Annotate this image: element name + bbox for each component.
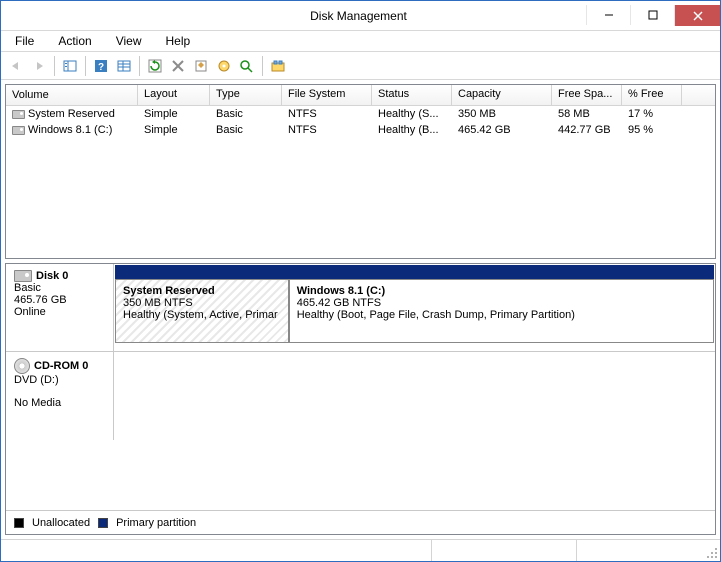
disk-graph-pane: Disk 0Basic465.76 GBOnlineSystem Reserve… [5, 263, 716, 535]
properties-button[interactable] [190, 55, 212, 77]
legend-primary-swatch [98, 518, 108, 528]
partition-body: System Reserved350 MB NTFSHealthy (Syste… [115, 279, 289, 343]
back-button [5, 55, 27, 77]
window-controls [586, 5, 720, 26]
volume-list-body[interactable]: System ReservedSimpleBasicNTFSHealthy (S… [6, 106, 715, 258]
disk-icon [14, 270, 32, 282]
toolbar: ? [1, 52, 720, 80]
disk-info[interactable]: CD-ROM 0DVD (D:)No Media [6, 352, 114, 440]
status-cell-1 [1, 540, 432, 561]
disk-info[interactable]: Disk 0Basic465.76 GBOnline [6, 264, 114, 351]
table-row[interactable]: Windows 8.1 (C:)SimpleBasicNTFSHealthy (… [6, 122, 715, 138]
minimize-button[interactable] [586, 5, 630, 25]
menu-view[interactable]: View [106, 32, 152, 50]
cell-type: Basic [210, 108, 282, 120]
cell-pct: 95 % [622, 124, 682, 136]
cell-capacity: 465.42 GB [452, 124, 552, 136]
volume-icon [12, 126, 25, 135]
menu-action[interactable]: Action [48, 32, 101, 50]
disk-row: Disk 0Basic465.76 GBOnlineSystem Reserve… [6, 264, 715, 352]
settings-button[interactable] [267, 55, 289, 77]
help-button[interactable]: ? [90, 55, 112, 77]
cell-layout: Simple [138, 108, 210, 120]
legend-unallocated-label: Unallocated [32, 517, 90, 529]
statusbar [1, 539, 720, 561]
cell-free: 58 MB [552, 108, 622, 120]
cdrom-icon [14, 358, 30, 374]
cell-volume: Windows 8.1 (C:) [6, 124, 138, 136]
menubar: File Action View Help [1, 31, 720, 52]
resize-grip-icon[interactable] [706, 547, 718, 559]
content-area: Volume Layout Type File System Status Ca… [1, 80, 720, 539]
col-filesystem[interactable]: File System [282, 85, 372, 105]
show-hide-tree-button[interactable] [59, 55, 81, 77]
new-volume-button[interactable] [213, 55, 235, 77]
titlebar[interactable]: Disk Management [1, 1, 720, 31]
volume-list-pane: Volume Layout Type File System Status Ca… [5, 84, 716, 259]
menu-file[interactable]: File [5, 32, 44, 50]
col-pctfree[interactable]: % Free [622, 85, 682, 105]
delete-button [167, 55, 189, 77]
partition[interactable]: System Reserved350 MB NTFSHealthy (Syste… [115, 265, 289, 343]
col-layout[interactable]: Layout [138, 85, 210, 105]
forward-button [28, 55, 50, 77]
col-volume[interactable]: Volume [6, 85, 138, 105]
partition-area: System Reserved350 MB NTFSHealthy (Syste… [114, 264, 715, 351]
cell-fs: NTFS [282, 108, 372, 120]
partition-color-bar [115, 265, 289, 279]
status-cell-2 [432, 540, 576, 561]
close-button[interactable] [674, 5, 720, 26]
refresh-button[interactable] [144, 55, 166, 77]
table-row[interactable]: System ReservedSimpleBasicNTFSHealthy (S… [6, 106, 715, 122]
col-type[interactable]: Type [210, 85, 282, 105]
legend-primary-label: Primary partition [116, 517, 196, 529]
partition-body: Windows 8.1 (C:)465.42 GB NTFSHealthy (B… [289, 279, 714, 343]
cell-free: 442.77 GB [552, 124, 622, 136]
partition-color-bar [289, 265, 714, 279]
col-capacity[interactable]: Capacity [452, 85, 552, 105]
disk-row: CD-ROM 0DVD (D:)No Media [6, 352, 715, 440]
cell-status: Healthy (S... [372, 108, 452, 120]
disk-management-window: Disk Management File Action View Help ? [0, 0, 721, 562]
legend-unallocated-swatch [14, 518, 24, 528]
menu-help[interactable]: Help [156, 32, 201, 50]
disk-rows-container: Disk 0Basic465.76 GBOnlineSystem Reserve… [6, 264, 715, 510]
volume-list-header: Volume Layout Type File System Status Ca… [6, 85, 715, 106]
partition[interactable]: Windows 8.1 (C:)465.42 GB NTFSHealthy (B… [289, 265, 714, 343]
show-details-button[interactable] [113, 55, 135, 77]
cell-layout: Simple [138, 124, 210, 136]
svg-text:?: ? [98, 62, 104, 73]
cell-volume: System Reserved [6, 108, 138, 120]
cell-status: Healthy (B... [372, 124, 452, 136]
cell-capacity: 350 MB [452, 108, 552, 120]
rescan-disks-button[interactable] [236, 55, 258, 77]
legend-bar: Unallocated Primary partition [6, 510, 715, 534]
cell-fs: NTFS [282, 124, 372, 136]
cell-pct: 17 % [622, 108, 682, 120]
volume-icon [12, 110, 25, 119]
col-status[interactable]: Status [372, 85, 452, 105]
window-title: Disk Management [131, 9, 586, 23]
cell-type: Basic [210, 124, 282, 136]
status-cell-3 [577, 540, 720, 561]
maximize-button[interactable] [630, 5, 674, 25]
col-freespace[interactable]: Free Spa... [552, 85, 622, 105]
partition-area [114, 352, 715, 440]
